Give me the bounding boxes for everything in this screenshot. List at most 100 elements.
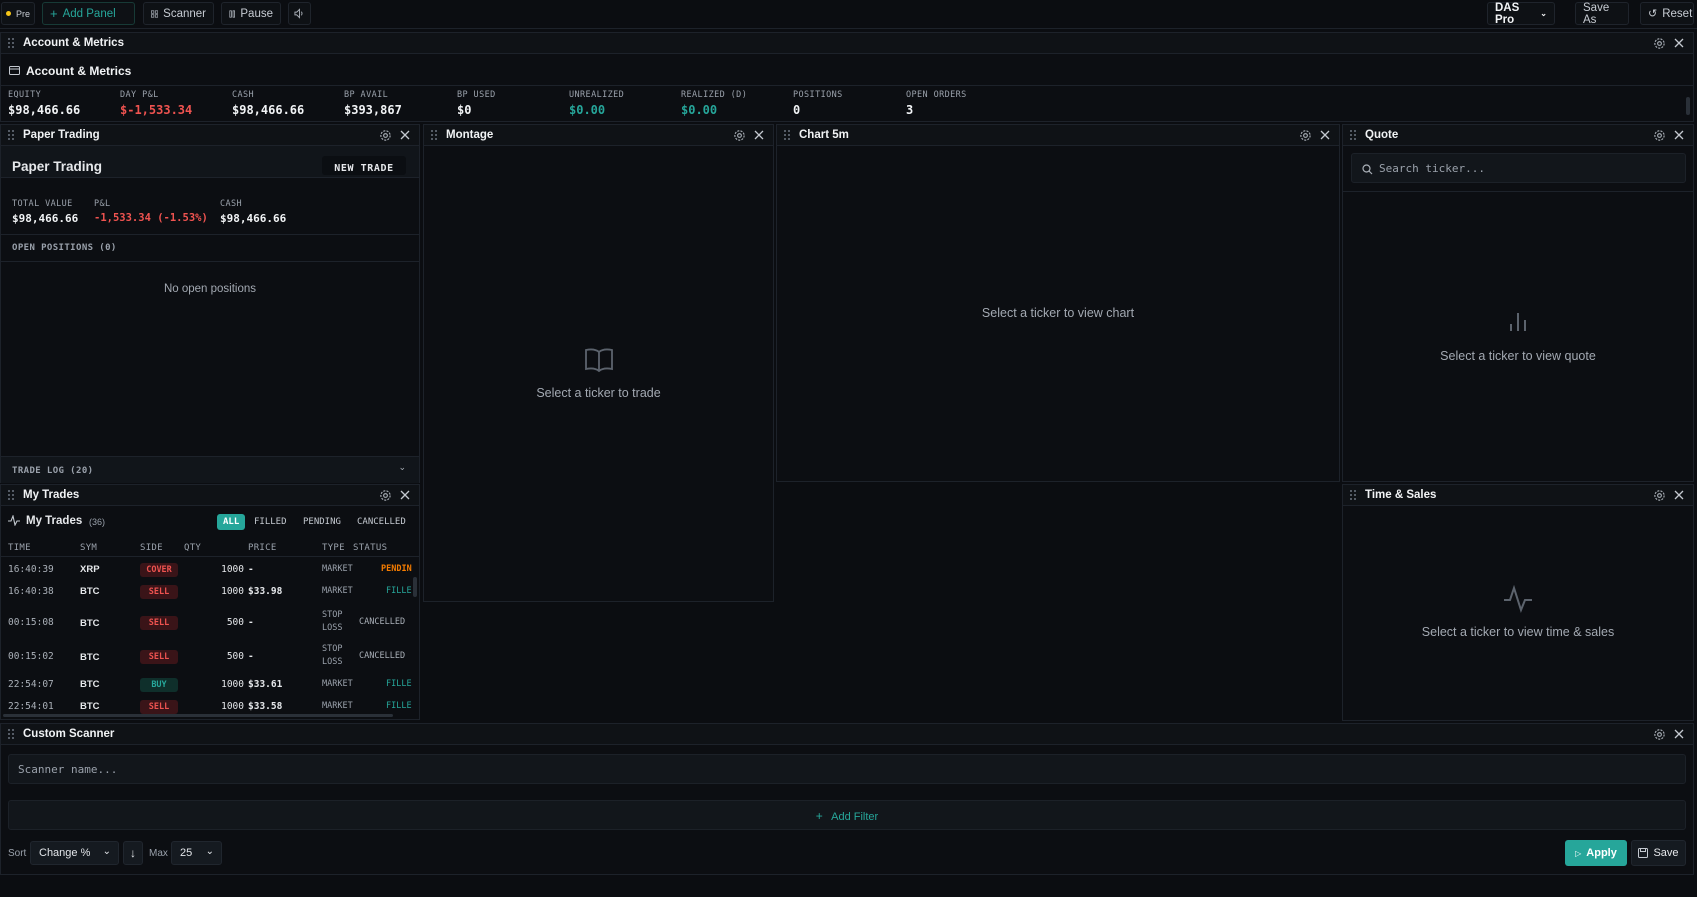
drag-handle-icon[interactable] [1350,490,1356,501]
paper-trading-panel: Paper Trading Paper Trading NEW TRADE TO… [0,124,420,483]
close-icon[interactable] [1672,727,1686,741]
sort-select[interactable]: Change % ⌄ [30,841,119,865]
cell-price: - [248,617,254,628]
table-row[interactable]: 16:40:38 BTC SELL 1000 $33.98 MARKET FIL… [1,585,412,599]
reset-icon: ↺ [1648,8,1658,20]
apply-button[interactable]: ▷ Apply [1565,840,1627,866]
cell-qty: 1000 [221,679,244,690]
pause-label: Pause [240,7,273,20]
top-toolbar: Pre + Add Panel Scanner Pause DAS Pro ⌄ … [0,0,1697,29]
time-sales-empty-message: Select a ticker to view time & sales [1421,625,1615,639]
new-trade-button[interactable]: NEW TRADE [322,156,406,175]
drag-handle-icon[interactable] [431,130,437,141]
table-row[interactable]: 00:15:08 BTC SELL 500 - STOP LOSS CANCEL… [1,609,409,637]
reset-button[interactable]: ↺ Reset [1640,2,1694,25]
sort-direction-button[interactable]: ↓ [123,841,143,865]
table-row[interactable]: 22:54:07 BTC BUY 1000 $33.61 MARKET FILL… [1,678,412,692]
table-row[interactable]: 22:54:01 BTC SELL 1000 $33.58 MARKET FIL… [1,700,412,714]
filter-tab-all[interactable]: ALL [217,514,246,530]
pause-icon [229,9,235,18]
close-icon[interactable] [1672,36,1686,50]
cell-time: 00:15:08 [8,617,54,628]
panel-header: Chart 5m [777,125,1339,146]
scanner-name-input[interactable]: Scanner name... [8,754,1686,784]
close-icon[interactable] [752,128,766,142]
save-button[interactable]: Save [1631,840,1686,866]
gear-icon[interactable] [1653,728,1666,741]
cell-symbol: BTC [80,701,100,712]
close-icon[interactable] [1672,128,1686,142]
metric-value: $0 [457,103,472,117]
close-icon[interactable] [398,128,412,142]
side-badge: COVER [140,563,178,577]
cell-time: 22:54:07 [8,679,54,690]
close-icon[interactable] [1318,128,1332,142]
activity-icon [1504,585,1532,613]
close-icon[interactable] [398,488,412,502]
cell-symbol: XRP [80,564,100,575]
ticker-search-input[interactable]: Search ticker... [1351,153,1686,183]
play-icon: ▷ [1575,848,1582,858]
gear-icon[interactable] [1299,129,1312,142]
gear-icon[interactable] [1653,37,1666,50]
filter-tab-pending[interactable]: PENDING [297,514,347,530]
apply-label: Apply [1586,847,1617,859]
trade-log-toggle[interactable]: TRADE LOG (20) ⌄ [1,456,419,483]
pnl-value: -1,533.34 (-1.53%) [94,212,208,224]
save-as-label: Save As [1583,1,1610,26]
cell-status: FILLE [386,586,412,596]
column-header: SIDE [140,543,163,553]
max-value: 25 [180,847,193,859]
drag-handle-icon[interactable] [784,130,790,141]
close-icon[interactable] [1672,488,1686,502]
metric-value: $-1,533.34 [120,103,193,117]
panel-title: Quote [1365,129,1399,141]
panel-title: Time & Sales [1365,489,1437,501]
trade-count: (36) [89,517,106,527]
sound-button[interactable] [288,2,311,25]
save-as-button[interactable]: Save As [1575,1,1629,26]
panel-title: Chart 5m [799,129,849,141]
cell-symbol: BTC [80,618,100,629]
max-label: Max [149,848,168,859]
sort-label: Sort [8,848,27,859]
gear-icon[interactable] [1653,489,1666,502]
vertical-scrollbar[interactable] [413,577,417,597]
metric-value: 3 [906,103,914,117]
scanner-label: Scanner [163,7,206,20]
cell-price: - [248,651,254,662]
scrollbar[interactable] [1686,97,1690,115]
filter-tab-cancelled[interactable]: CANCELLED [351,514,412,530]
drag-handle-icon[interactable] [1350,130,1356,141]
cell-qty: 500 [226,617,244,628]
drag-handle-icon[interactable] [8,38,14,49]
gear-icon[interactable] [379,489,392,502]
drag-handle-icon[interactable] [8,729,14,740]
drag-handle-icon[interactable] [8,130,14,141]
column-header: STATUS [353,543,388,553]
my-trades-title: My Trades [26,515,83,527]
gear-icon[interactable] [733,129,746,142]
gear-icon[interactable] [1653,129,1666,142]
drag-handle-icon[interactable] [8,490,14,501]
scanner-button[interactable]: Scanner [143,2,214,25]
layout-dropdown[interactable]: DAS Pro ⌄ [1487,1,1555,26]
add-panel-button[interactable]: + Add Panel [42,2,135,25]
search-icon [1362,164,1373,175]
table-row[interactable]: 16:40:39 XRP COVER 1000 - MARKET PENDIN [1,563,412,577]
gear-icon[interactable] [379,129,392,142]
filter-tab-filled[interactable]: FILLED [248,514,293,530]
paper-trading-title: Paper Trading [12,159,103,174]
pause-button[interactable]: Pause [221,2,281,25]
table-row[interactable]: 00:15:02 BTC SELL 500 - STOP LOSS CANCEL… [1,643,409,671]
chart-empty-message: Select a ticker to view chart [981,306,1135,320]
side-badge: SELL [140,650,178,664]
add-filter-button[interactable]: + Add Filter [8,800,1686,830]
cell-type: MARKET [322,564,353,574]
panel-header: Time & Sales [1343,485,1693,506]
layout-label: DAS Pro [1495,1,1520,26]
cell-status: PENDIN [381,564,412,574]
max-select[interactable]: 25 ⌄ [171,841,222,865]
horizontal-scrollbar[interactable] [3,714,393,717]
chevron-down-icon: ⌄ [205,846,214,857]
